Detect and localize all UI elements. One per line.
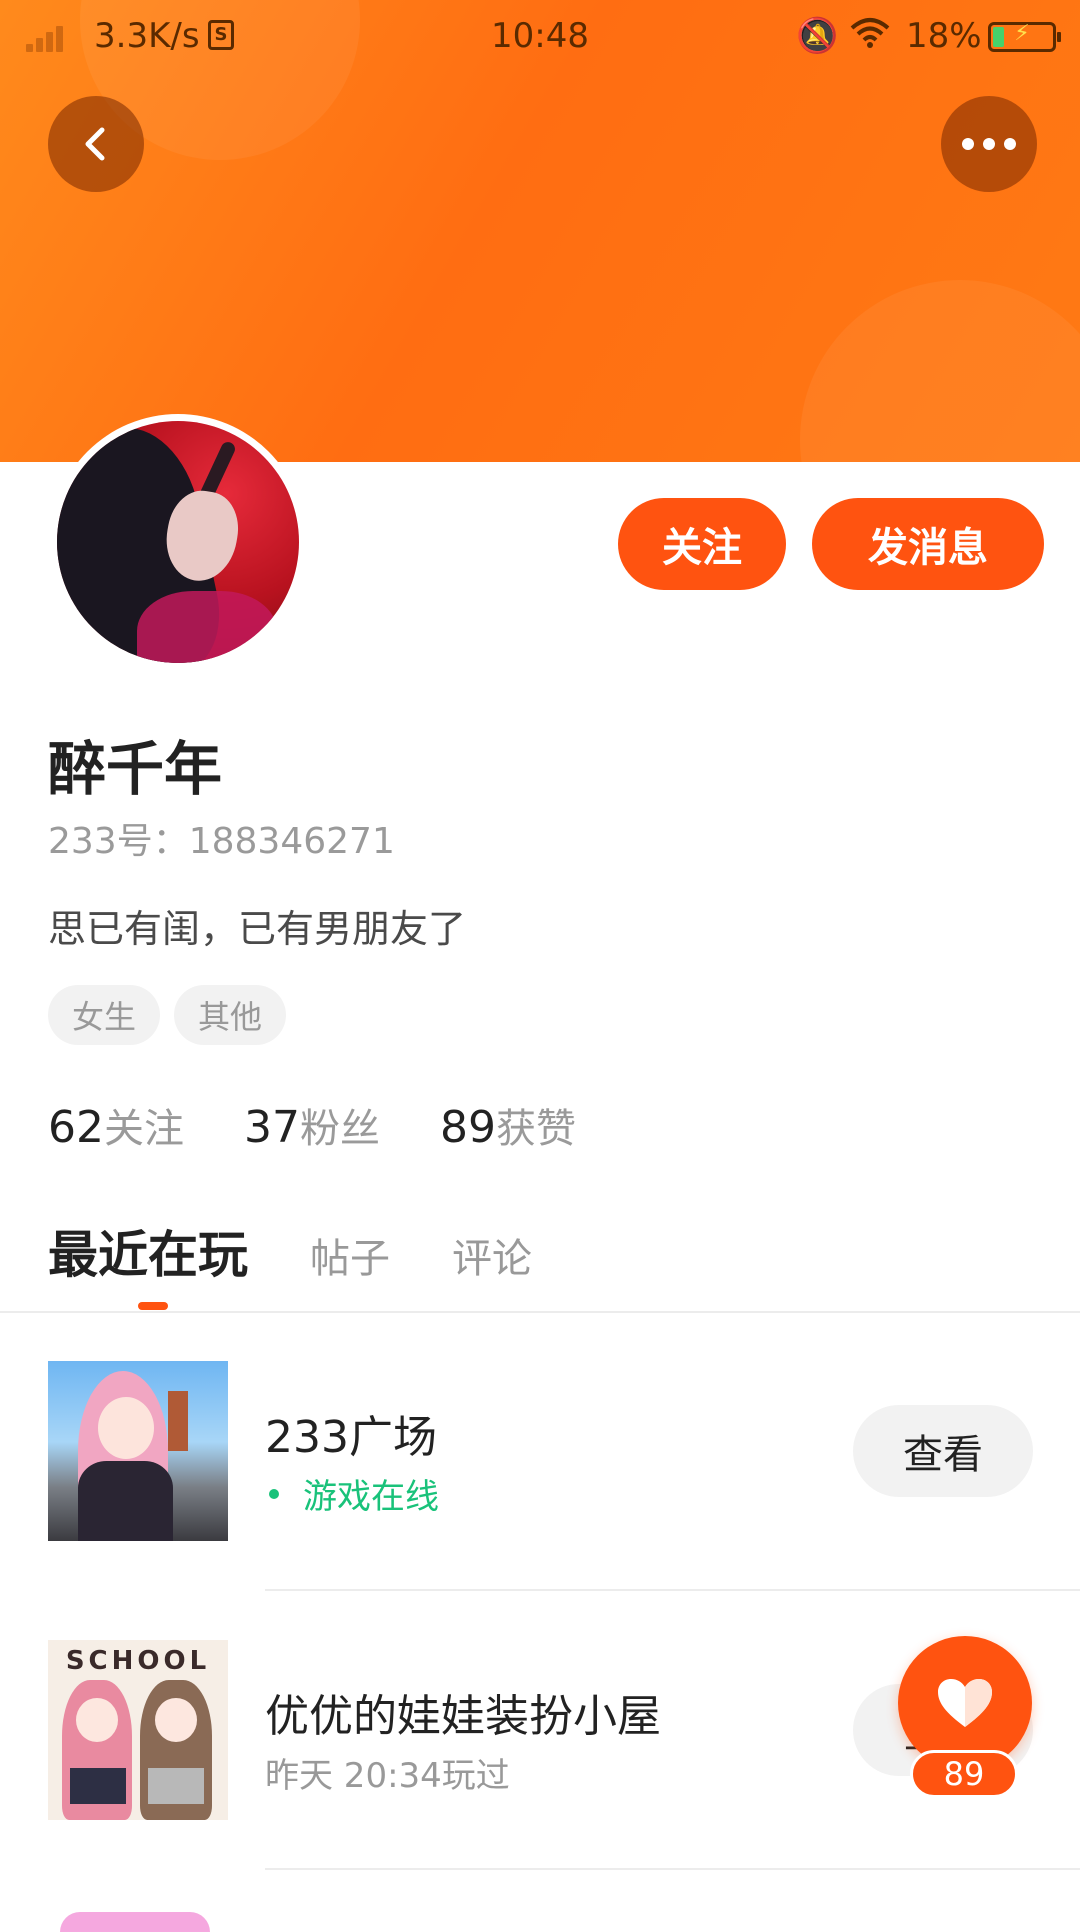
game-title: 233广场 (265, 1412, 437, 1463)
game-title: 优优的娃娃装扮小屋 (265, 1691, 661, 1742)
game-list-item[interactable]: 233广场 游戏在线 查看 (0, 1313, 1080, 1591)
stat-likes: 89获赞 (440, 1102, 576, 1153)
active-tab-indicator (138, 1302, 168, 1310)
status-bar: 3.3K/s S 10:48 🔕 18% ⚡ (0, 0, 1080, 76)
avatar-frame (50, 414, 306, 670)
user-tags: 女生 其他 (48, 985, 287, 1045)
like-count: 89 (910, 1750, 1018, 1798)
user-bio: 思已有闺，已有男朋友了 (48, 907, 467, 951)
user-stats: 62关注 37粉丝 89获赞 (48, 1096, 576, 1154)
game-thumbnail: SCHOOL (48, 1640, 228, 1820)
divider (265, 1589, 1080, 1591)
more-dots-icon (962, 138, 1016, 150)
game-status: 游戏在线 (265, 1469, 439, 1518)
avatar[interactable] (57, 421, 299, 663)
user-id: 233号：188346271 (48, 821, 395, 862)
online-dot-icon (269, 1488, 279, 1499)
banner-decoration (800, 280, 1080, 462)
tab-posts[interactable]: 帖子 (310, 1226, 390, 1284)
profile-tabs: 最近在玩 帖子 评论 (48, 1215, 532, 1287)
game-thumbnail (48, 1361, 228, 1541)
user-name: 醉千年 (48, 735, 223, 803)
battery-percent: 18% (906, 16, 982, 56)
heart-icon (938, 1679, 992, 1727)
stat-fans[interactable]: 37粉丝 (244, 1096, 380, 1154)
chevron-left-icon (85, 127, 105, 161)
last-played-time: 昨天 20:34玩过 (265, 1756, 510, 1796)
divider (265, 1868, 1080, 1870)
more-button[interactable] (941, 96, 1037, 192)
next-game-thumbnail (60, 1912, 210, 1932)
tab-recently-played[interactable]: 最近在玩 (48, 1215, 248, 1287)
tab-comments[interactable]: 评论 (452, 1226, 532, 1284)
tag-other: 其他 (174, 985, 287, 1045)
stat-following[interactable]: 62关注 (48, 1096, 184, 1154)
battery-charging-icon: ⚡ (988, 21, 1061, 52)
silent-bell-icon: 🔕 (796, 16, 839, 56)
send-message-button[interactable]: 发消息 (812, 498, 1044, 590)
tag-gender: 女生 (48, 985, 161, 1045)
view-game-button[interactable]: 查看 (853, 1405, 1033, 1497)
wifi-icon (850, 16, 890, 59)
back-button[interactable] (48, 96, 144, 192)
follow-button[interactable]: 关注 (618, 498, 786, 590)
